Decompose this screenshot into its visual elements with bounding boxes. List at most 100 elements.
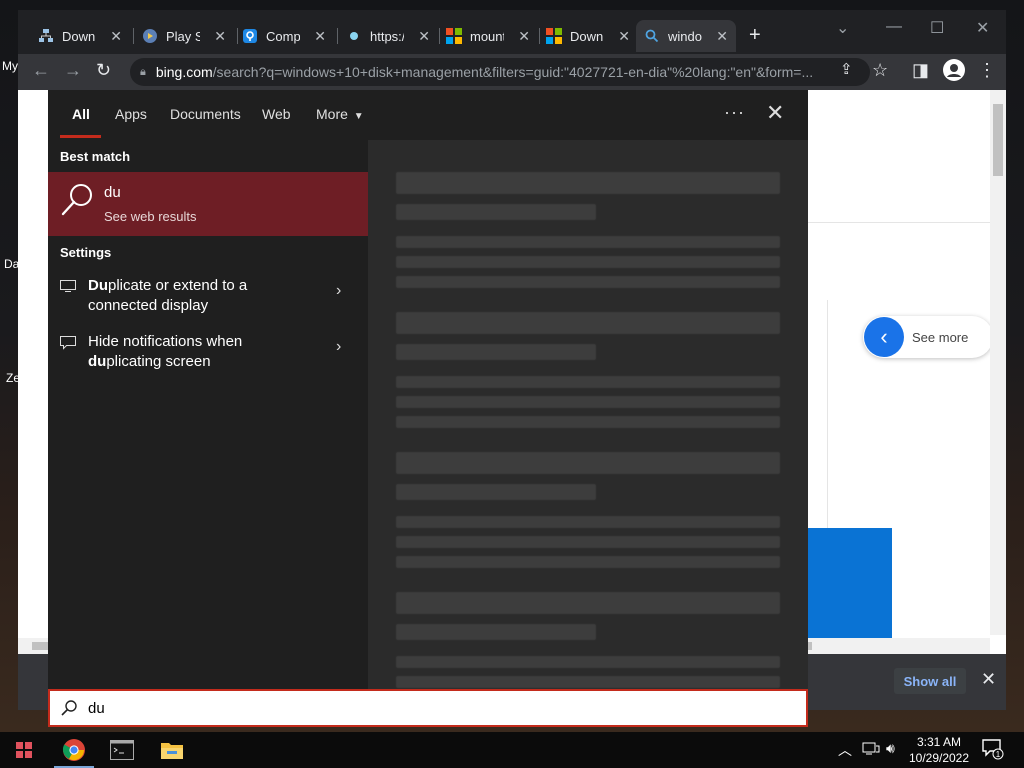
volume-icon[interactable]: 🔊︎ [886, 740, 895, 757]
label-text: plicating screen [106, 353, 211, 370]
label-text: plicate or extend to a [108, 277, 248, 294]
taskbar-app-terminal[interactable] [98, 732, 146, 768]
clock[interactable]: 3:31 AM 10/29/2022 [904, 734, 974, 766]
close-icon[interactable]: ✕ [766, 100, 784, 126]
tab-search-chevron-icon[interactable]: ⌄ [836, 18, 849, 38]
settings-item-label: Duplicate or extend to a connected displ… [88, 276, 328, 316]
clock-date: 10/29/2022 [908, 751, 970, 765]
network-icon[interactable] [862, 740, 880, 759]
lock-icon[interactable]: 🔒︎ [140, 66, 146, 79]
tab-more-label: More [316, 106, 348, 122]
notification-count: 1 [996, 750, 1001, 759]
best-match-subtitle: See web results [104, 209, 197, 224]
scrollbar-thumb[interactable] [993, 104, 1003, 176]
more-options-icon[interactable]: ··· [724, 102, 745, 123]
profile-avatar-icon[interactable] [942, 58, 966, 87]
address-bar[interactable]: 🔒︎ bing.com/search?q=windows+10+disk+man… [130, 58, 870, 86]
best-match-title: du [104, 184, 121, 201]
tab-web[interactable]: Web [262, 106, 291, 122]
skeleton-line [396, 256, 780, 268]
skeleton-line [396, 656, 780, 668]
skeleton-line [396, 592, 780, 614]
browser-tab[interactable]: Downl ✕ [30, 20, 130, 52]
close-icon[interactable]: ✕ [716, 28, 728, 45]
skeleton-line [396, 556, 780, 568]
browser-tab[interactable]: https:/ ✕ [338, 20, 438, 52]
reload-icon[interactable]: ↻ [96, 60, 111, 81]
menu-kebab-icon[interactable]: ⋮ [978, 60, 996, 81]
tab-more[interactable]: More ▼ [316, 106, 364, 122]
settings-item-hide-notifications[interactable]: Hide notifications when duplicating scre… [48, 332, 368, 382]
chrome-icon [62, 739, 85, 761]
show-all-button[interactable]: Show all [894, 668, 966, 694]
chevron-up-icon[interactable]: ︿ [838, 740, 852, 760]
play-icon [142, 28, 158, 44]
tab-apps[interactable]: Apps [115, 106, 147, 122]
search-filter-tabs: All Apps Documents Web More ▼ ··· ✕ [48, 90, 808, 140]
microsoft-logo-icon [446, 28, 462, 44]
active-tab-indicator [60, 135, 101, 138]
action-center-icon[interactable]: 1 [982, 738, 1004, 763]
browser-tab[interactable]: Compr ✕ [234, 20, 334, 52]
browser-tab[interactable]: Downl ✕ [538, 20, 638, 52]
image-thumbnail[interactable] [794, 528, 892, 638]
see-more-button[interactable]: ‹ See more [863, 316, 993, 358]
taskbar-app-chrome[interactable] [50, 732, 98, 768]
result-preview-loading [368, 140, 808, 690]
search-input[interactable] [88, 699, 688, 717]
skeleton-line [396, 344, 596, 360]
microsoft-logo-icon [546, 28, 562, 44]
chevron-right-icon[interactable]: › [336, 338, 341, 356]
url-host: bing.com [155, 64, 213, 80]
skeleton-line [396, 676, 780, 688]
settings-item-label: Hide notifications when duplicating scre… [88, 332, 328, 372]
best-match-heading: Best match [60, 149, 131, 164]
back-arrow-icon[interactable]: ← [32, 60, 50, 81]
share-icon[interactable]: ⇪ [840, 60, 853, 78]
location-pin-icon [242, 28, 258, 44]
results-list: Best match du See web results Settings D… [48, 140, 368, 690]
close-icon[interactable]: ✕ [618, 28, 630, 45]
tab-title: Play Su [166, 28, 200, 44]
close-icon[interactable]: ✕ [518, 28, 530, 45]
minimize-icon[interactable]: — [886, 18, 902, 36]
browser-tab[interactable]: mount ✕ [438, 20, 538, 52]
start-button[interactable] [0, 732, 48, 768]
network-icon [38, 28, 54, 44]
close-icon[interactable]: ✕ [314, 28, 326, 45]
close-icon[interactable]: ✕ [214, 28, 226, 45]
browser-tab[interactable]: Play Su ✕ [134, 20, 234, 52]
match-highlight: du [88, 353, 107, 370]
search-icon [644, 28, 660, 44]
taskbar-app-file-explorer[interactable] [148, 732, 196, 768]
best-match-result[interactable]: du See web results [48, 172, 368, 236]
tab-all[interactable]: All [72, 106, 90, 122]
skeleton-line [396, 624, 596, 640]
forward-arrow-icon[interactable]: → [64, 60, 82, 81]
window-close-icon[interactable]: ✕ [976, 18, 989, 38]
bookmark-star-icon[interactable]: ☆ [872, 60, 888, 81]
start-search-box[interactable] [48, 689, 808, 727]
search-icon [61, 700, 77, 716]
taskbar: ︿ 🔊︎ 3:31 AM 10/29/2022 1 [0, 732, 1024, 768]
settings-heading: Settings [60, 245, 112, 260]
terminal-icon [110, 740, 134, 760]
close-icon[interactable]: ✕ [981, 669, 996, 690]
notification-icon [60, 336, 76, 350]
search-icon [61, 184, 92, 216]
close-icon[interactable]: ✕ [418, 28, 430, 45]
tab-title: windov [668, 28, 702, 44]
settings-item-duplicate-display[interactable]: Duplicate or extend to a connected displ… [48, 276, 368, 326]
close-icon[interactable]: ✕ [110, 28, 122, 45]
tab-documents[interactable]: Documents [170, 106, 241, 122]
new-tab-plus-icon[interactable]: + [749, 24, 761, 47]
desktop-icon-label[interactable]: My [2, 59, 18, 73]
side-panel-icon[interactable]: ◨ [912, 60, 929, 81]
skeleton-line [396, 204, 596, 220]
chevron-right-icon[interactable]: › [336, 282, 341, 300]
maximize-icon[interactable]: ☐ [930, 18, 944, 38]
windows-logo-icon [16, 742, 32, 758]
skeleton-line [396, 312, 780, 334]
vertical-scrollbar[interactable] [990, 90, 1006, 635]
browser-tab-active[interactable]: windov ✕ [636, 20, 736, 52]
